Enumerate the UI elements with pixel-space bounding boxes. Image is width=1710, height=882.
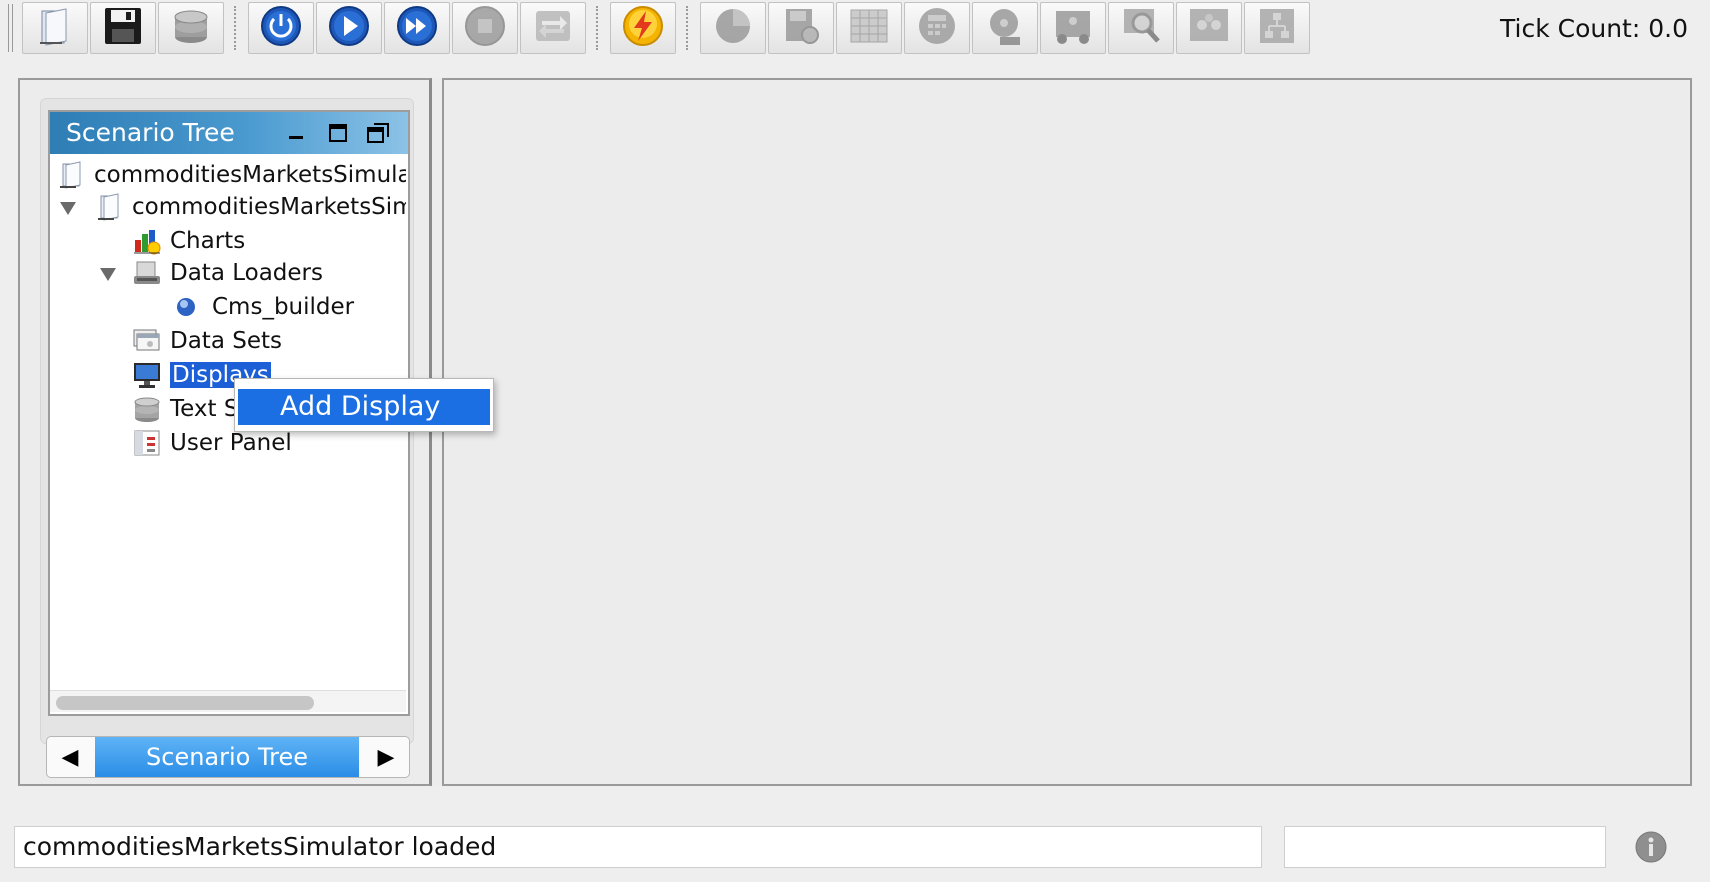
magnifier-icon xyxy=(1118,3,1164,53)
scenario-tree-titlebar[interactable]: Scenario Tree xyxy=(50,112,408,154)
pane-splitter[interactable] xyxy=(432,78,442,786)
scenario-tree-title: Scenario Tree xyxy=(66,118,235,147)
display-area xyxy=(442,78,1692,786)
tree-horizontal-scrollbar[interactable] xyxy=(50,690,406,712)
toolbar-separator xyxy=(234,6,236,50)
lightning-icon xyxy=(620,3,666,53)
repast-simphony-window: Tick Count: 0.0 Scenario Tree commoditie… xyxy=(0,0,1710,882)
tree-item-label: Data Loaders xyxy=(170,260,323,286)
save-settings-button[interactable] xyxy=(768,2,834,54)
tree-item-cms-builder[interactable]: Cms_builder xyxy=(174,290,354,324)
triangle-right-icon: ▶ xyxy=(377,744,395,770)
folder-document-icon xyxy=(32,3,78,53)
status-message: commoditiesMarketsSimulator loaded xyxy=(14,826,1262,868)
status-aux-field xyxy=(1284,826,1606,868)
scrollbar-thumb[interactable] xyxy=(56,696,314,710)
tree-item-scenario-root[interactable]: commoditiesMarketsSimula xyxy=(56,158,406,192)
data-sets-icon xyxy=(132,326,162,356)
view-tab-bar: ◀ Scenario Tree ▶ xyxy=(46,736,410,778)
context-menu: Add Display xyxy=(234,378,494,432)
float-window-icon xyxy=(367,123,389,143)
run-batch-button[interactable] xyxy=(610,2,676,54)
monitor-icon xyxy=(132,360,162,390)
save-scenario-button[interactable] xyxy=(90,2,156,54)
toolbar-separator xyxy=(686,6,688,50)
open-scenario-button[interactable] xyxy=(22,2,88,54)
main-toolbar: Tick Count: 0.0 xyxy=(0,0,1710,58)
left-panel: Scenario Tree commoditiesMarketsSimula c… xyxy=(18,78,432,786)
tab-label: Scenario Tree xyxy=(146,743,308,771)
data-loader-icon xyxy=(132,258,162,288)
tree-item-label: commoditiesMarketsSim xyxy=(132,194,406,220)
info-icon[interactable] xyxy=(1634,830,1668,864)
tree-item-label: Charts xyxy=(170,228,246,254)
step-button[interactable] xyxy=(384,2,450,54)
database-button[interactable] xyxy=(158,2,224,54)
tree-item-label: Data Sets xyxy=(170,328,282,354)
tree-item-data-sets[interactable]: Data Sets xyxy=(132,324,282,358)
tree-item-scenario[interactable]: commoditiesMarketsSim xyxy=(94,190,406,224)
tab-scenario-tree[interactable]: Scenario Tree xyxy=(95,737,359,777)
float-view-button[interactable] xyxy=(364,120,392,146)
floppy-disk-icon xyxy=(100,3,146,53)
tree-item-label: commoditiesMarketsSimula xyxy=(94,162,406,188)
toolbar-grip[interactable] xyxy=(8,4,13,52)
agents-button[interactable] xyxy=(1176,2,1242,54)
zoom-button[interactable] xyxy=(1108,2,1174,54)
chart-icon xyxy=(132,226,162,256)
triangle-left-icon: ◀ xyxy=(61,744,79,770)
stop-icon xyxy=(462,3,508,53)
network-icon xyxy=(1050,3,1096,53)
pie-chart-icon xyxy=(710,3,756,53)
expand-toggle-icon[interactable] xyxy=(98,264,118,284)
tab-scroll-right-button[interactable]: ▶ xyxy=(363,737,409,777)
user-panel-icon xyxy=(132,428,162,458)
maximize-icon xyxy=(329,124,347,142)
flow-icon xyxy=(1254,3,1300,53)
scenario-file-icon xyxy=(94,192,124,222)
calculator-button[interactable] xyxy=(904,2,970,54)
reset-button[interactable] xyxy=(520,2,586,54)
tree-item-label: Cms_builder xyxy=(212,294,355,320)
film-reel-icon xyxy=(982,3,1028,53)
tab-scroll-left-button[interactable]: ◀ xyxy=(47,737,93,777)
power-icon xyxy=(258,3,304,53)
tick-count-label: Tick Count: 0.0 xyxy=(1500,14,1688,43)
maximize-view-button[interactable] xyxy=(324,120,352,146)
add-display-menu-item[interactable]: Add Display xyxy=(238,389,490,425)
database-stack-icon xyxy=(168,3,214,53)
expand-toggle-icon[interactable] xyxy=(58,198,78,218)
spreadsheet-icon xyxy=(846,3,892,53)
minimize-view-button[interactable] xyxy=(282,120,310,146)
movie-button[interactable] xyxy=(972,2,1038,54)
blue-dot-icon xyxy=(174,292,204,322)
calculator-icon xyxy=(914,3,960,53)
text-sink-icon xyxy=(132,394,162,424)
stop-button[interactable] xyxy=(452,2,518,54)
play-icon xyxy=(326,3,372,53)
scenario-file-icon xyxy=(56,160,86,190)
agents-icon xyxy=(1186,3,1232,53)
toolbar-separator xyxy=(596,6,598,50)
minimize-icon xyxy=(289,136,303,139)
start-button[interactable] xyxy=(316,2,382,54)
tree-item-data-loaders[interactable]: Data Loaders xyxy=(132,256,323,290)
fast-forward-icon xyxy=(394,3,440,53)
tree-item-charts[interactable]: Charts xyxy=(132,224,245,258)
disk-gear-icon xyxy=(778,3,824,53)
network-button[interactable] xyxy=(1040,2,1106,54)
reset-arrows-icon xyxy=(530,3,576,53)
initialize-button[interactable] xyxy=(248,2,314,54)
spreadsheet-button[interactable] xyxy=(836,2,902,54)
pie-chart-button[interactable] xyxy=(700,2,766,54)
flow-button[interactable] xyxy=(1244,2,1310,54)
tree-item-label: User Panel xyxy=(170,430,292,456)
